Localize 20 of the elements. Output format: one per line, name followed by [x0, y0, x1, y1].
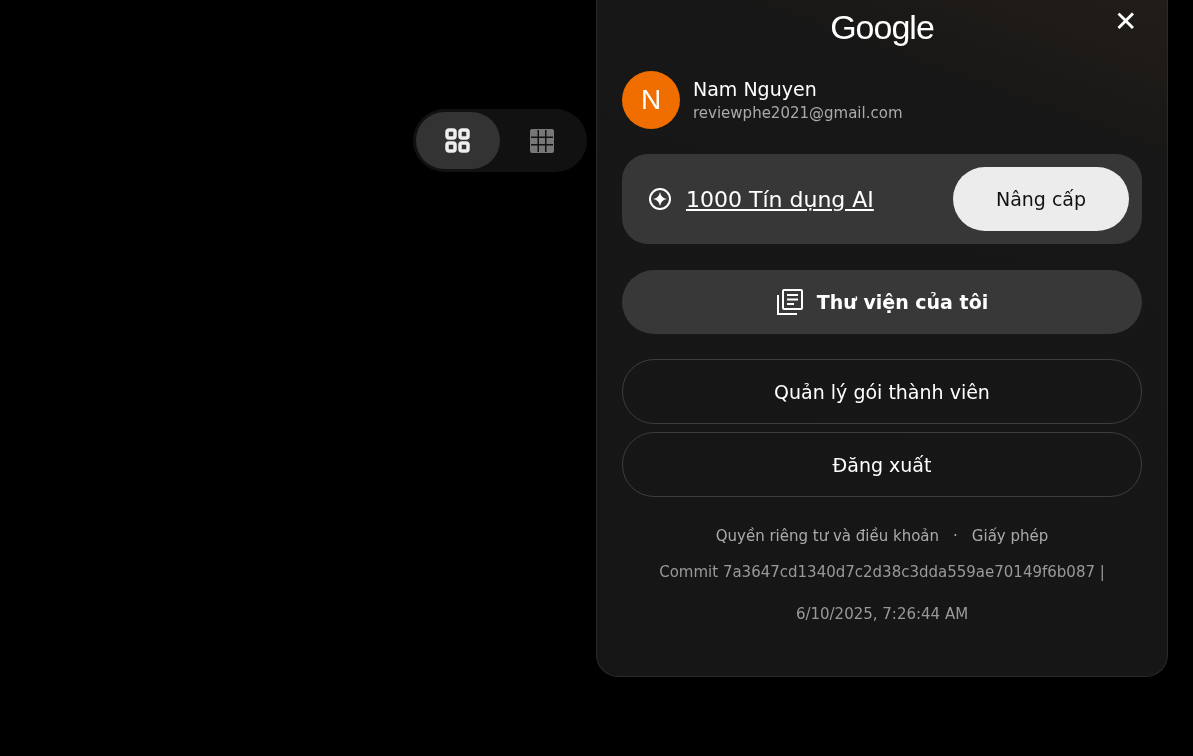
panel-button[interactable]: Đăng xuất [622, 432, 1142, 497]
avatar: N [622, 71, 680, 129]
library-icon [775, 288, 803, 316]
upgrade-button[interactable]: Nâng cấp [953, 167, 1129, 231]
sparkle-icon [648, 187, 672, 211]
separator-dot: · [953, 527, 958, 545]
view-option[interactable] [416, 112, 500, 169]
library-button[interactable]: Thư viện của tôi [622, 270, 1142, 334]
close-button[interactable]: ✕ [1114, 8, 1137, 36]
footer-link[interactable]: Quyền riêng tư và điều khoản [715, 527, 940, 545]
grid-icon [530, 128, 554, 153]
logo: Google [830, 8, 934, 47]
commit-text: Commit 7a3647cd1340d7c2d38c3dda559ae70149f6b087 | [658, 563, 1106, 581]
grid-icon [445, 127, 471, 154]
panel-button[interactable]: Quản lý gói thành viên [622, 359, 1142, 424]
timestamp: 6/10/2025, 7:26:44 AM [794, 605, 970, 623]
credits-link[interactable]: 1000 Tín dụng AI [686, 186, 953, 212]
footer-link[interactable]: Giấy phép [971, 527, 1049, 545]
user-email: reviewphe2021@gmail.com [693, 104, 903, 122]
user-name: Nam Nguyen [693, 78, 818, 100]
